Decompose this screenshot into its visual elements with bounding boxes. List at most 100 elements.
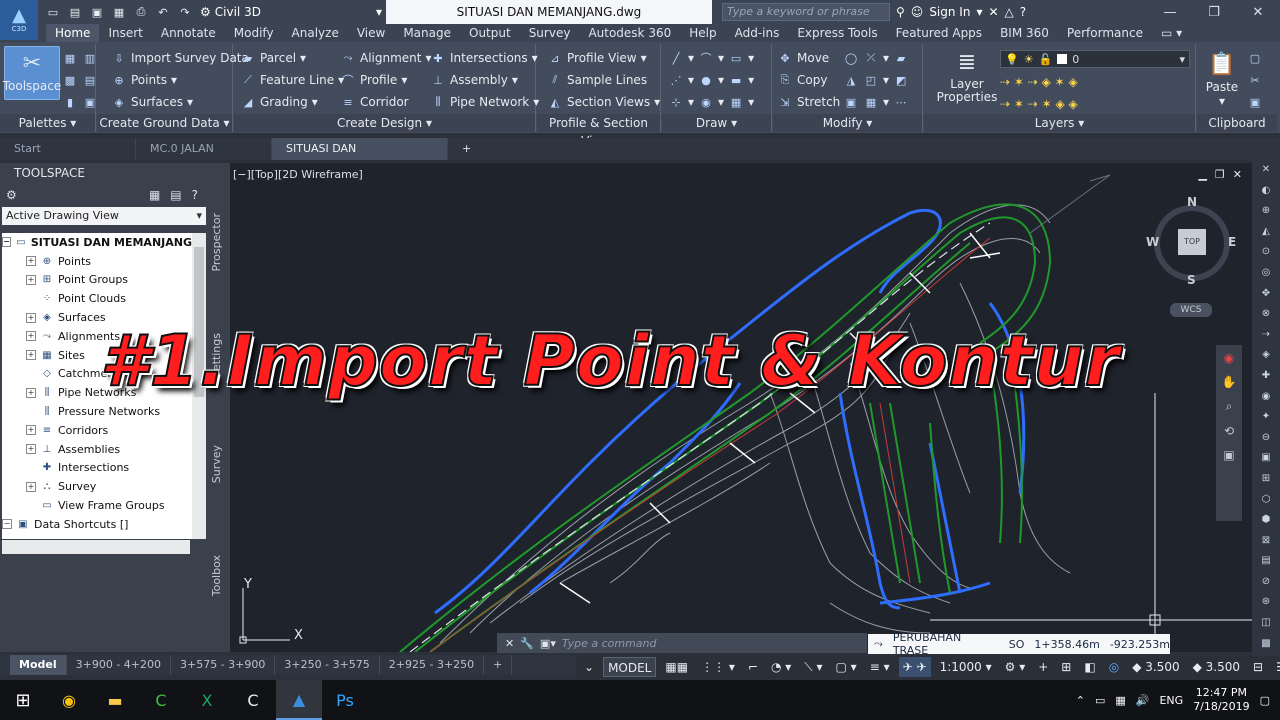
assembly-button[interactable]: ⊥ Assembly ▾ bbox=[430, 70, 518, 90]
windows-start-icon[interactable]: ⊞ bbox=[0, 680, 46, 720]
clock[interactable]: 12:47 PM 7/18/2019 bbox=[1193, 686, 1249, 714]
toolspace-button[interactable]: ✂ Toolspace bbox=[3, 46, 61, 100]
draw-tools-row-1[interactable]: ╱ ▾ ⌒ ▾ ▭ ▾ bbox=[668, 48, 754, 68]
profile-view-button[interactable]: ⊿ Profile View ▾ bbox=[547, 48, 646, 68]
right-tool-icon-2[interactable]: ◐ bbox=[1252, 181, 1280, 202]
ribbon-tab-add-ins[interactable]: Add-ins bbox=[726, 24, 789, 42]
layer-tools-row-2[interactable]: ⇢ ✶ ⇢ ✶ ◈ ◈ bbox=[1000, 94, 1078, 114]
isodraft-icon[interactable]: ⟍ ▾ bbox=[800, 657, 826, 677]
ribbon-tab-express-tools[interactable]: Express Tools bbox=[788, 24, 886, 42]
palette-icon-3[interactable]: ▮ ▣ bbox=[62, 92, 98, 112]
tree-item-survey[interactable]: + ⛬ Survey bbox=[2, 477, 192, 496]
tree-item-point-groups[interactable]: + ⊞ Point Groups bbox=[2, 271, 192, 290]
tree-data-shortcuts[interactable]: − ▣ Data Shortcuts [] bbox=[2, 515, 192, 534]
drawing-viewport[interactable]: Y X [−][Top][2D Wireframe] ▁ ❐ ✕ TOP N S… bbox=[230, 163, 1252, 652]
right-tool-icon-9[interactable]: ⇢ bbox=[1252, 325, 1280, 346]
right-tool-icon-21[interactable]: ⊘ bbox=[1252, 572, 1280, 593]
save-icon[interactable]: ▣ bbox=[88, 3, 106, 21]
layout-tab-4[interactable]: 2+925 - 3+250 bbox=[380, 655, 485, 675]
palette-icon-1[interactable]: ▦ ▥ bbox=[62, 48, 98, 68]
close-icon[interactable]: ✕ bbox=[1236, 0, 1280, 24]
scale-icon[interactable]: ▣ ▦ ▾ ⋯ bbox=[843, 92, 909, 112]
ribbon-tab-home[interactable]: Home bbox=[46, 24, 100, 42]
import-survey-data-button[interactable]: ⇩ Import Survey Data bbox=[111, 48, 248, 68]
polar-icon[interactable]: ◔ ▾ bbox=[767, 657, 795, 677]
toolspace-settings-icon[interactable]: ⚙ bbox=[6, 188, 17, 202]
layout-tab-2[interactable]: 3+575 - 3+900 bbox=[171, 655, 276, 675]
right-tool-icon-7[interactable]: ✥ bbox=[1252, 284, 1280, 305]
draw-tools-row-3[interactable]: ⊹ ▾ ◉ ▾ ▦ ▾ bbox=[668, 92, 754, 112]
tab-survey[interactable]: Survey bbox=[210, 445, 228, 483]
right-tool-icon-11[interactable]: ✚ bbox=[1252, 366, 1280, 387]
draw-tools-row-2[interactable]: ⋰ ▾ ● ▾ ▬ ▾ bbox=[668, 70, 755, 90]
zoom-icon[interactable]: ⌕ bbox=[1226, 399, 1233, 414]
pan-hand-icon[interactable]: ✋ bbox=[1222, 375, 1237, 389]
intersections-button[interactable]: ✚ Intersections ▾ bbox=[430, 48, 537, 68]
network-icon[interactable]: ▦ bbox=[1115, 694, 1125, 707]
civil3d-taskbar-icon[interactable]: ▲ bbox=[276, 680, 322, 720]
wcs-menu[interactable]: WCS bbox=[1170, 303, 1212, 317]
file-tab-situasi[interactable]: SITUASI DAN MEMANJANG* bbox=[272, 138, 448, 177]
parcel-button[interactable]: ▰ Parcel ▾ bbox=[240, 48, 306, 68]
model-space-button[interactable]: MODEL bbox=[603, 657, 657, 677]
photoshop-icon[interactable]: Ps bbox=[322, 680, 368, 720]
right-tool-icon-1[interactable]: ✕ bbox=[1252, 160, 1280, 181]
tree-item-pressure-networks[interactable]: ⫼ Pressure Networks bbox=[2, 402, 192, 421]
right-tool-icon-20[interactable]: ▤ bbox=[1252, 551, 1280, 572]
print-icon[interactable]: ⎙ bbox=[132, 3, 150, 21]
binoculars-icon[interactable]: ⚲ bbox=[896, 5, 905, 19]
palettes-title[interactable]: Palettes ▾ bbox=[0, 114, 95, 132]
alignment-button[interactable]: ⤳ Alignment ▾ bbox=[340, 48, 432, 68]
minimize-icon[interactable]: — bbox=[1148, 0, 1192, 24]
redo-icon[interactable]: ↷ bbox=[176, 3, 194, 21]
layout-tab-model[interactable]: Model bbox=[10, 655, 67, 675]
viewport-controls-label[interactable]: [−][Top][2D Wireframe] bbox=[233, 168, 363, 181]
pipe-network-button[interactable]: ⫼ Pipe Network ▾ bbox=[430, 92, 539, 112]
search-input[interactable]: Type a keyword or phrase bbox=[722, 3, 890, 21]
ribbon-tab-help[interactable]: Help bbox=[680, 24, 725, 42]
layout-tab-1[interactable]: 3+900 - 4+200 bbox=[67, 655, 171, 675]
ribbon-tab-survey[interactable]: Survey bbox=[520, 24, 580, 42]
annotation-scale-dropdown[interactable]: 1:1000 ▾ bbox=[936, 657, 996, 677]
workspace-gear-icon[interactable]: ⚙ ▾ bbox=[1001, 657, 1030, 677]
battery-icon[interactable]: ▭ bbox=[1095, 694, 1105, 707]
open-folder-icon[interactable]: ▤ bbox=[66, 3, 84, 21]
restore-icon[interactable]: ❐ bbox=[1192, 0, 1236, 24]
new-file-icon[interactable]: ▭ bbox=[44, 3, 62, 21]
showmotion-icon[interactable]: ▣ bbox=[1223, 448, 1234, 462]
tree-item-corridors[interactable]: + ≡ Corridors bbox=[2, 421, 192, 440]
ribbon-tab-view[interactable]: View bbox=[348, 24, 394, 42]
volume-icon[interactable]: 🔊 bbox=[1136, 694, 1150, 707]
toolspace-view-icon[interactable]: ▦ bbox=[149, 188, 160, 202]
right-tool-icon-15[interactable]: ▣ bbox=[1252, 448, 1280, 469]
file-tab-mc0[interactable]: MC.0 JALAN 4+000* bbox=[136, 138, 272, 177]
elevation-icon-2[interactable]: ◆ 3.500 bbox=[1189, 657, 1244, 677]
customize-icon[interactable]: ☰ bbox=[1272, 657, 1280, 677]
layer-dropdown[interactable]: 💡 ☀ 🔓 0 ▾ bbox=[1000, 50, 1190, 68]
rotate-icon[interactable]: ◯ ⤫ ▾ ▰ bbox=[843, 48, 909, 68]
surfaces-button[interactable]: ◈ Surfaces ▾ bbox=[111, 92, 193, 112]
layer-tools-row-1[interactable]: ⇢ ✶ ⇢ ◈ ✶ ◈ bbox=[1000, 72, 1078, 92]
corridor-button[interactable]: ≡ Corridor bbox=[340, 92, 408, 112]
toolspace-grid-icon[interactable]: ▤ bbox=[170, 188, 181, 202]
ribbon-tab-analyze[interactable]: Analyze bbox=[283, 24, 348, 42]
copy-button[interactable]: ⎘ Copy bbox=[777, 70, 828, 90]
right-tool-icon-6[interactable]: ◎ bbox=[1252, 263, 1280, 284]
ribbon-tab-featured-apps[interactable]: Featured Apps bbox=[887, 24, 991, 42]
hardware-acceleration-icon[interactable]: ◎ bbox=[1105, 657, 1123, 677]
right-tool-icon-19[interactable]: ⊠ bbox=[1252, 531, 1280, 552]
language-indicator[interactable]: ENG bbox=[1159, 694, 1183, 707]
right-tool-icon-5[interactable]: ⊙ bbox=[1252, 242, 1280, 263]
excel-icon[interactable]: X bbox=[184, 680, 230, 720]
section-views-button[interactable]: ◭ Section Views ▾ bbox=[547, 92, 660, 112]
tree-item-intersections[interactable]: ✚ Intersections bbox=[2, 459, 192, 478]
file-explorer-icon[interactable]: ▬ bbox=[92, 680, 138, 720]
create-design-title[interactable]: Create Design ▾ bbox=[234, 114, 535, 132]
ortho-icon[interactable]: ⌐ bbox=[744, 657, 762, 677]
save-as-icon[interactable]: ▦ bbox=[110, 3, 128, 21]
application-menu-button[interactable]: ▲ C3D bbox=[0, 0, 38, 40]
minimize-icon[interactable]: ▁ bbox=[1198, 168, 1206, 181]
copy-clip-icon[interactable]: ▢ bbox=[1247, 48, 1263, 68]
match-icon[interactable]: ▣ bbox=[1247, 92, 1263, 112]
ribbon-tab-bim-360[interactable]: BIM 360 bbox=[991, 24, 1058, 42]
